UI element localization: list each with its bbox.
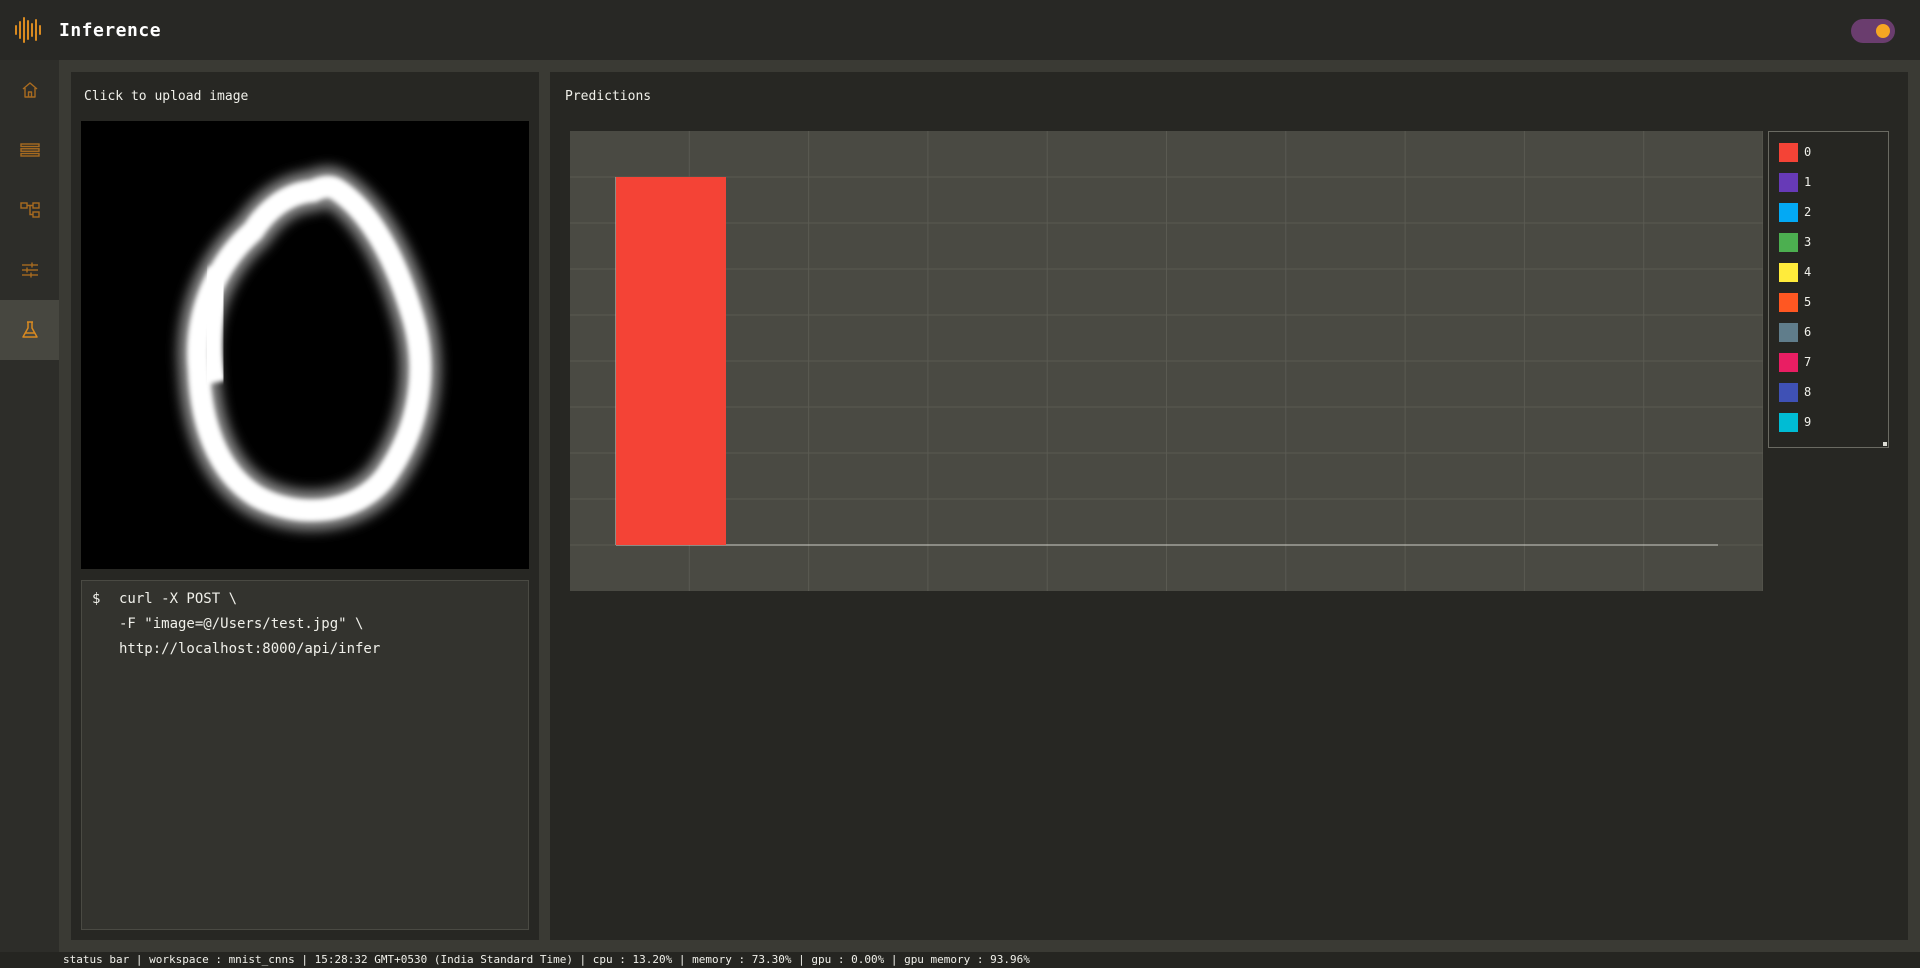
legend-item-6[interactable]: 6 [1779, 322, 1811, 342]
sidebar-item-list[interactable] [0, 120, 59, 180]
theme-toggle[interactable] [1851, 19, 1895, 43]
legend-swatch [1779, 142, 1798, 162]
legend-swatch [1779, 322, 1798, 342]
legend-label: 0 [1804, 145, 1812, 159]
flask-icon [21, 321, 38, 338]
legend-swatch [1779, 382, 1798, 402]
legend-swatch [1779, 262, 1798, 282]
legend-label: 3 [1804, 235, 1812, 249]
top-bar: Inference [0, 0, 1920, 60]
terminal-prompt: $ [92, 591, 101, 607]
toggle-knob [1876, 24, 1890, 38]
legend-swatch [1779, 412, 1798, 432]
hierarchy-icon [19, 202, 40, 218]
legend-item-7[interactable]: 7 [1779, 352, 1811, 372]
legend-label: 2 [1804, 205, 1812, 219]
legend-item-3[interactable]: 3 [1779, 232, 1811, 252]
sidebar-item-inference[interactable] [0, 300, 59, 360]
digit-image [178, 166, 441, 531]
home-icon [22, 82, 37, 98]
legend-item-1[interactable]: 1 [1779, 172, 1811, 192]
main-content: Click to upload image $ curl -X POST \ -… [59, 60, 1920, 952]
legend-swatch [1779, 172, 1798, 192]
bar-chart [570, 131, 1764, 591]
chart-legend: 0 1 2 3 4 5 6 7 8 9 [1768, 131, 1889, 448]
legend-label: 7 [1804, 355, 1812, 369]
legend-label: 9 [1804, 415, 1812, 429]
upload-title[interactable]: Click to upload image [84, 89, 248, 104]
terminal-line: http://localhost:8000/api/infer [119, 641, 381, 657]
sidebar-item-home[interactable] [0, 60, 59, 120]
legend-label: 8 [1804, 385, 1812, 399]
upload-panel: Click to upload image $ curl -X POST \ -… [71, 72, 539, 940]
legend-item-8[interactable]: 8 [1779, 382, 1811, 402]
legend-label: 6 [1804, 325, 1812, 339]
legend-label: 5 [1804, 295, 1812, 309]
predictions-chart [570, 131, 1764, 591]
legend-swatch [1779, 352, 1798, 372]
curl-example-terminal: $ curl -X POST \ -F "image=@/Users/test.… [81, 580, 529, 930]
sliders-icon [21, 262, 38, 278]
legend-item-5[interactable]: 5 [1779, 292, 1811, 312]
predictions-title: Predictions [565, 89, 652, 104]
legend-label: 1 [1804, 175, 1812, 189]
legend-swatch [1779, 202, 1798, 222]
legend-item-2[interactable]: 2 [1779, 202, 1811, 222]
legend-swatch [1779, 292, 1798, 312]
predictions-panel: Predictions 0 1 2 3 4 5 6 7 8 9 [550, 72, 1908, 940]
bar-0 [616, 177, 726, 545]
waveform-logo-icon [15, 17, 41, 43]
legend-item-4[interactable]: 4 [1779, 262, 1811, 282]
terminal-line: -F "image=@/Users/test.jpg" \ [119, 616, 364, 632]
status-bar: status bar | workspace : mnist_cnns | 15… [59, 952, 1920, 968]
sidebar-item-settings[interactable] [0, 240, 59, 300]
list-icon [19, 143, 40, 157]
legend-resize-handle[interactable] [1883, 442, 1887, 446]
sidebar-item-hierarchy[interactable] [0, 180, 59, 240]
page-title: Inference [59, 20, 162, 41]
terminal-line: curl -X POST \ [119, 591, 238, 607]
uploaded-image-preview[interactable] [81, 121, 529, 569]
legend-label: 4 [1804, 265, 1812, 279]
legend-item-0[interactable]: 0 [1779, 142, 1811, 162]
legend-swatch [1779, 232, 1798, 252]
legend-item-9[interactable]: 9 [1779, 412, 1811, 432]
sidebar [0, 60, 59, 952]
